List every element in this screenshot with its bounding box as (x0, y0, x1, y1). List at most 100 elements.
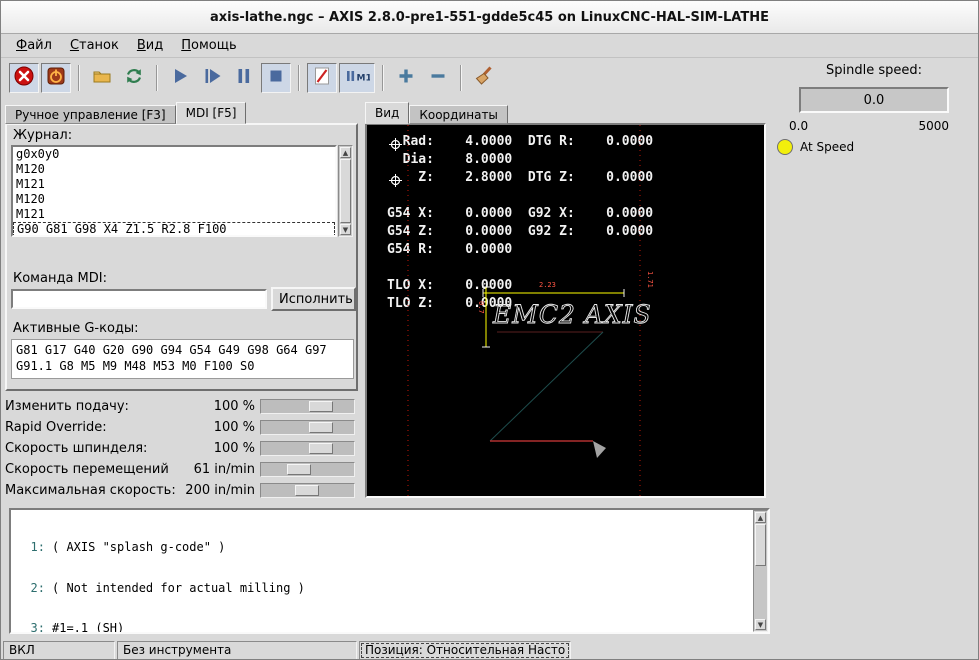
gcode-line: 1:( AXIS "splash g-code" ) (30, 540, 226, 554)
gcode-listing[interactable]: 1:( AXIS "splash g-code" ) 2:( Not inten… (9, 508, 770, 634)
run-program-button[interactable] (165, 63, 195, 93)
open-file-button[interactable] (87, 63, 117, 93)
zoom-out-icon (427, 65, 449, 91)
menu-view[interactable]: Вид (128, 35, 172, 56)
scroll-up-icon[interactable]: ▲ (755, 512, 766, 523)
gcode-lines: 1:( AXIS "splash g-code" ) 2:( Not inten… (11, 514, 750, 632)
reload-file-button[interactable] (119, 63, 149, 93)
zoom-in-icon (395, 65, 417, 91)
dro-readout: Rad: 4.0000 DTG R: 0.0000 Dia: 8.0000 Z:… (387, 134, 654, 311)
spindle-speed-value: 0.0 (863, 92, 885, 108)
rapid-override-value: 100 % (213, 420, 255, 435)
mdi-execute-button[interactable]: Исполнить (271, 287, 356, 311)
preview-tabs: Вид Координаты (365, 101, 508, 124)
active-gcodes-label: Активные G-коды: (13, 321, 139, 336)
at-speed-indicator: At Speed (777, 139, 854, 155)
mdi-history-listbox[interactable]: g0x0y0 M120 M121 M120 M121 G90 G81 G98 X… (11, 145, 337, 237)
max-velocity-row: Максимальная скорость: 200 in/min (5, 480, 357, 501)
preview-canvas[interactable]: Rad: 4.0000 DTG R: 0.0000 Dia: 8.0000 Z:… (365, 123, 766, 498)
tab-dro[interactable]: Координаты (409, 105, 508, 124)
status-tool-info: Без инструмента (117, 641, 357, 659)
spindle-override-slider[interactable] (260, 441, 355, 456)
toolbar-separator (298, 65, 300, 91)
toolbar-separator (460, 65, 462, 91)
skip-lines-toggle-button[interactable] (307, 63, 337, 93)
menubar: Файл Станок Вид Помощь (1, 34, 978, 58)
slider-thumb[interactable] (287, 464, 311, 475)
mdi-history-scrollbar[interactable]: ▲ ▼ (338, 145, 353, 237)
slider-thumb[interactable] (309, 443, 333, 454)
spindle-override-value: 100 % (213, 441, 255, 456)
stop-program-button[interactable] (261, 63, 291, 93)
gcode-line: 2:( Not intended for actual milling ) (30, 580, 305, 595)
scroll-down-icon[interactable]: ▼ (340, 224, 351, 235)
open-folder-icon (91, 65, 113, 91)
feed-override-label: Изменить подачу: (5, 399, 129, 414)
run-icon (169, 65, 191, 91)
tab-preview[interactable]: Вид (365, 102, 410, 124)
mdi-history-item[interactable]: M121 (13, 177, 335, 192)
mdi-history-item[interactable]: M120 (13, 162, 335, 177)
slider-thumb[interactable] (309, 422, 333, 433)
scrollbar-thumb[interactable] (755, 524, 766, 566)
active-gcodes-line1: G81 G17 G40 G20 G90 G94 G54 G49 G98 G64 … (16, 343, 327, 357)
rapid-override-slider[interactable] (260, 420, 355, 435)
mdi-command-label: Команда MDI: (13, 271, 107, 286)
zoom-out-button[interactable] (423, 63, 453, 93)
mdi-panel: Журнал: g0x0y0 M120 M121 M120 M121 G90 G… (5, 123, 358, 391)
feed-override-value: 100 % (213, 399, 255, 414)
clear-plot-button[interactable] (469, 63, 499, 93)
reload-icon (123, 65, 145, 91)
titlebar[interactable]: axis-lathe.ngc – AXIS 2.8.0-pre1-551-gdd… (1, 1, 978, 34)
jog-speed-slider[interactable] (260, 462, 355, 477)
mdi-command-input[interactable] (11, 289, 267, 309)
estop-icon (13, 65, 35, 91)
scroll-up-icon[interactable]: ▲ (340, 147, 351, 158)
tab-mdi[interactable]: MDI [F5] (175, 102, 247, 124)
status-machine-state: ВКЛ (3, 641, 115, 659)
pause-icon (233, 65, 255, 91)
run-step-button[interactable] (197, 63, 227, 93)
svg-text:M1: M1 (357, 74, 371, 84)
feed-override-slider[interactable] (260, 399, 355, 414)
zoom-in-button[interactable] (391, 63, 421, 93)
at-speed-led-icon (777, 139, 793, 155)
mdi-history-item[interactable]: M120 (13, 192, 335, 207)
mdi-history-item[interactable]: g0x0y0 (13, 147, 335, 162)
menu-file[interactable]: Файл (7, 35, 61, 56)
mdi-history-item[interactable]: M121 (13, 207, 335, 222)
menu-machine[interactable]: Станок (61, 35, 128, 56)
active-gcodes-line2: G91.1 G8 M5 M9 M48 M53 M0 F100 S0 (16, 359, 255, 373)
at-speed-label: At Speed (800, 140, 855, 154)
tool-position-icon (389, 172, 402, 191)
jog-speed-value: 61 in/min (193, 462, 255, 477)
spindle-override-row: Скорость шпинделя: 100 % (5, 438, 357, 459)
axis-main-window: axis-lathe.ngc – AXIS 2.8.0-pre1-551-gdd… (0, 0, 979, 660)
optional-pause-toggle-button[interactable]: M1 (339, 63, 375, 93)
machine-power-button[interactable] (41, 63, 71, 93)
max-velocity-label: Максимальная скорость: (5, 483, 176, 498)
skip-lines-slash-icon (311, 65, 333, 91)
mdi-history-item-selected[interactable]: G90 G81 G98 X4 Z1.5 R2.8 F100 (13, 222, 335, 235)
scroll-down-icon[interactable]: ▼ (755, 619, 766, 630)
stop-icon (265, 65, 287, 91)
jog-speed-row: Скорость перемещений 61 in/min (5, 459, 357, 480)
status-position-mode: Позиция: Относительная Насто (359, 641, 571, 659)
gcode-scrollbar[interactable]: ▲ ▼ (753, 510, 768, 632)
tab-manual-control[interactable]: Ручное управление [F3] (5, 105, 176, 124)
slider-thumb[interactable] (309, 401, 333, 412)
jog-speed-label: Скорость перемещений (5, 462, 169, 477)
spindle-override-label: Скорость шпинделя: (5, 441, 148, 456)
pause-program-button[interactable] (229, 63, 259, 93)
feed-override-row: Изменить подачу: 100 % (5, 396, 357, 417)
window-title: axis-lathe.ngc – AXIS 2.8.0-pre1-551-gdd… (210, 9, 769, 25)
scrollbar-thumb[interactable] (340, 159, 351, 223)
active-gcodes-box: G81 G17 G40 G20 G90 G94 G54 G49 G98 G64 … (11, 339, 354, 379)
max-velocity-value: 200 in/min (185, 483, 255, 498)
estop-button[interactable] (9, 63, 39, 93)
toolbar-separator (78, 65, 80, 91)
menu-help[interactable]: Помощь (172, 35, 245, 56)
left-panel-tabs: Ручное управление [F3] MDI [F5] (5, 101, 247, 124)
max-velocity-slider[interactable] (260, 483, 355, 498)
slider-thumb[interactable] (295, 485, 319, 496)
